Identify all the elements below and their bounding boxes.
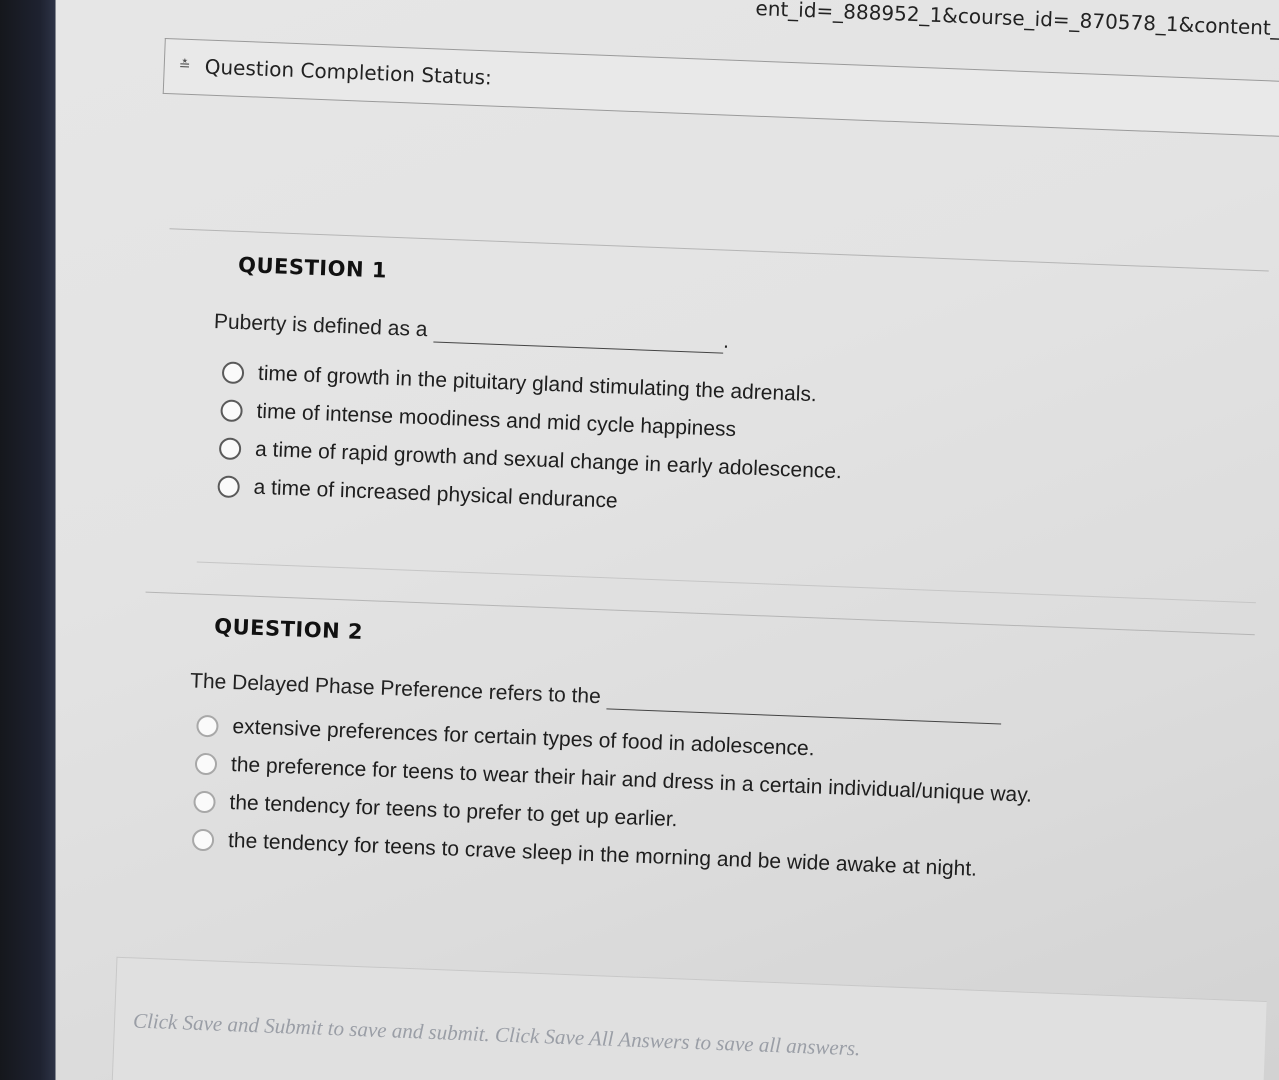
question-heading: QUESTION 2 [213,614,364,644]
answer-option-label: a time of increased physical endurance [253,475,619,513]
answer-option[interactable]: the tendency for teens to prefer to get … [193,790,678,833]
answer-option-label: time of intense moodiness and mid cycle … [256,399,737,442]
answer-option-label: extensive preferences for certain types … [232,715,815,761]
question-prompt: Puberty is defined as a. [214,310,730,354]
double-chevron-down-icon[interactable]: ≛ [178,56,197,75]
submit-instructions: Click Save and Submit to save and submit… [132,1008,861,1061]
question-completion-status-panel: ≛ Question Completion Status: [162,37,1279,139]
radio-button[interactable] [191,828,215,852]
question-prompt-suffix [1001,701,1002,724]
answer-blank [432,341,723,354]
question-heading: QUESTION 1 [237,252,388,283]
radio-button[interactable] [194,752,218,776]
answer-option-label: the tendency for teens to crave sleep in… [227,828,978,881]
question-prompt-text: Puberty is defined as a [213,310,428,342]
radio-button[interactable] [217,475,241,499]
question-2: QUESTION 2 The Delayed Phase Preference … [56,607,1134,880]
question-1: QUESTION 1 Puberty is defined as a. time… [56,246,1148,513]
answer-option[interactable]: time of intense moodiness and mid cycle … [220,398,736,442]
screen: ent_id=_888952_1&course_id=_870578_1&con… [56,0,1279,1080]
answer-blank [606,708,1002,725]
divider [196,561,1256,604]
radio-button[interactable] [196,714,219,738]
radio-button[interactable] [193,790,216,814]
answer-option[interactable]: a time of increased physical endurance [217,474,618,513]
answer-option-label: time of growth in the pituitary gland st… [257,361,818,407]
question-prompt: The Delayed Phase Preference refers to t… [189,669,1002,725]
test-content: ≛ Question Completion Status: QUESTION 1… [56,0,1279,1080]
question-completion-status-label: Question Completion Status: [204,54,493,90]
question-prompt-text: The Delayed Phase Preference refers to t… [189,669,602,709]
answer-option[interactable]: time of growth in the pituitary gland st… [221,360,818,407]
answer-option-label: the tendency for teens to prefer to get … [229,790,678,832]
radio-button[interactable] [220,399,243,423]
answer-option[interactable]: the tendency for teens to crave sleep in… [191,828,978,882]
question-prompt-suffix: . [722,329,730,353]
submit-footer: Click Save and Submit to save and submit… [111,956,1267,1080]
radio-button[interactable] [221,361,245,385]
radio-button[interactable] [218,437,242,461]
answer-option-label: a time of rapid growth and sexual change… [254,437,843,484]
